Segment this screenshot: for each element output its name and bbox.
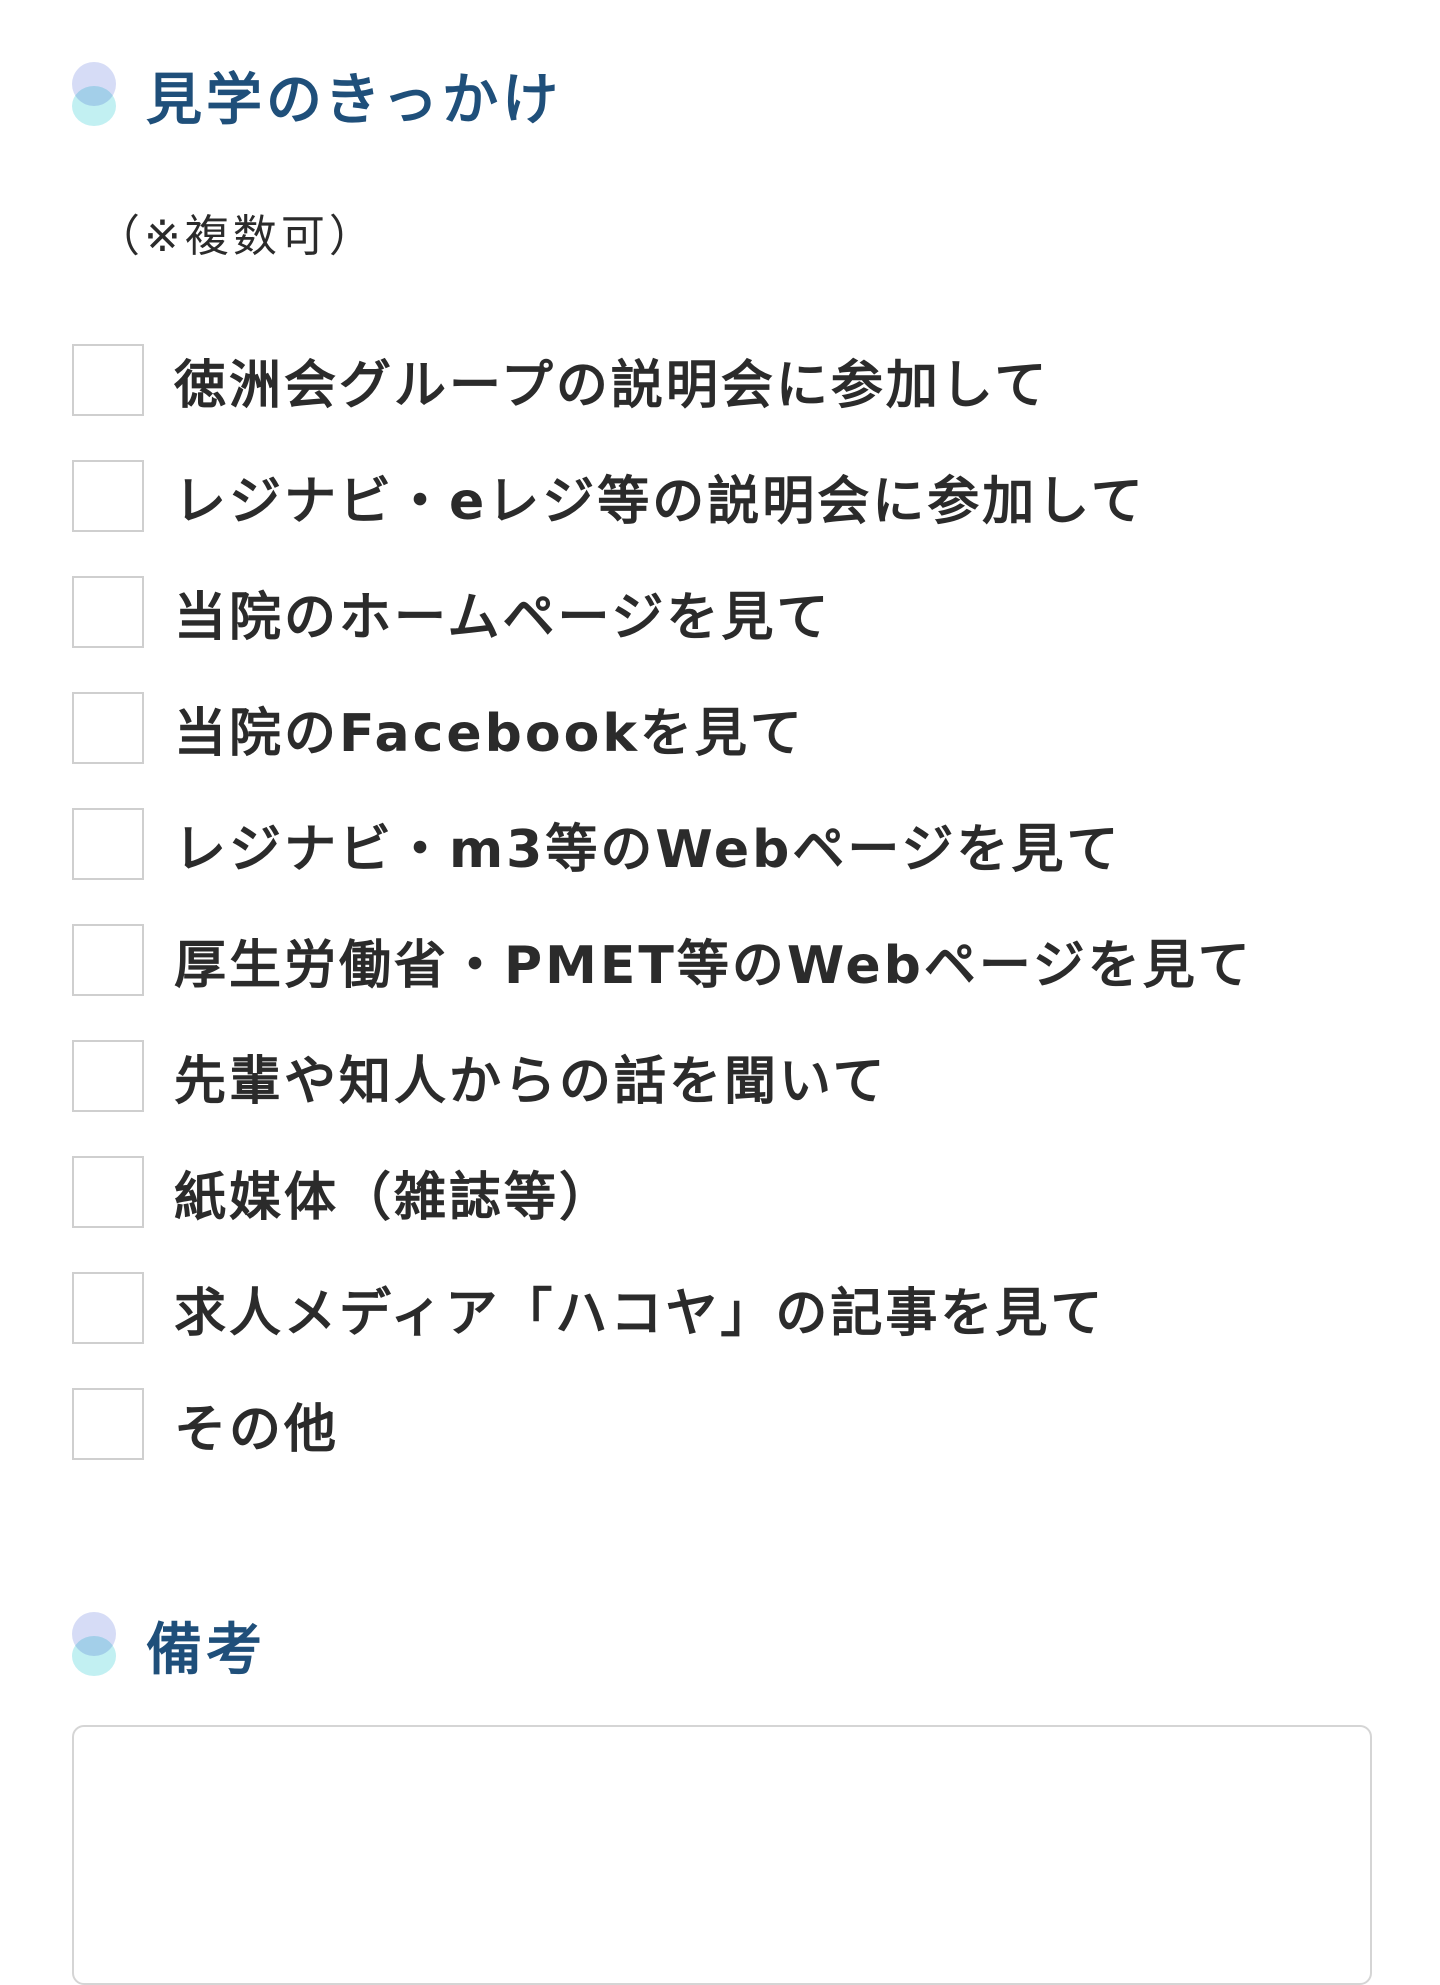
checkbox-label: 徳洲会グループの説明会に参加して xyxy=(174,355,1050,416)
checkbox-label: 当院のFacebookを見て xyxy=(174,703,805,764)
checkbox-label: 厚生労働省・PMET等のWebページを見て xyxy=(174,935,1253,996)
checkbox[interactable] xyxy=(72,460,144,532)
checkbox-item[interactable]: その他 xyxy=(72,1366,1372,1482)
checkbox-label: 紙媒体（雑誌等） xyxy=(174,1167,615,1228)
checkbox-item[interactable]: レジナビ・m3等のWebページを見て xyxy=(72,786,1372,902)
checkbox[interactable] xyxy=(72,1388,144,1460)
checkbox-label: その他 xyxy=(174,1399,340,1460)
checkbox-item[interactable]: 当院のFacebookを見て xyxy=(72,670,1372,786)
title-bullet-icon xyxy=(72,62,116,128)
visit-reason-title: 見学のきっかけ xyxy=(146,67,563,133)
checkbox[interactable] xyxy=(72,924,144,996)
title-bullet-icon xyxy=(72,1612,116,1678)
section-title-visit-reason: 見学のきっかけ xyxy=(72,55,562,135)
checkbox[interactable] xyxy=(72,1272,144,1344)
checkbox-item[interactable]: 求人メディア「ハコヤ」の記事を見て xyxy=(72,1250,1372,1366)
remarks-textarea[interactable] xyxy=(72,1725,1372,1985)
checkbox-label: 当院のホームページを見て xyxy=(174,587,832,648)
checkbox-label: 先輩や知人からの話を聞いて xyxy=(174,1051,888,1112)
checkbox[interactable] xyxy=(72,344,144,416)
multiple-choice-note: （※複数可） xyxy=(96,211,377,262)
checkbox[interactable] xyxy=(72,692,144,764)
visit-reason-checkbox-list: 徳洲会グループの説明会に参加して レジナビ・eレジ等の説明会に参加して 当院のホ… xyxy=(72,322,1372,1482)
checkbox-item[interactable]: 徳洲会グループの説明会に参加して xyxy=(72,322,1372,438)
checkbox-item[interactable]: 先輩や知人からの話を聞いて xyxy=(72,1018,1372,1134)
section-title-remarks: 備考 xyxy=(72,1605,266,1685)
checkbox-item[interactable]: 厚生労働省・PMET等のWebページを見て xyxy=(72,902,1372,1018)
checkbox-label: レジナビ・eレジ等の説明会に参加して xyxy=(174,471,1146,532)
checkbox[interactable] xyxy=(72,1156,144,1228)
checkbox[interactable] xyxy=(72,576,144,648)
checkbox-label: 求人メディア「ハコヤ」の記事を見て xyxy=(174,1283,1106,1344)
checkbox-item[interactable]: 当院のホームページを見て xyxy=(72,554,1372,670)
checkbox-label: レジナビ・m3等のWebページを見て xyxy=(174,819,1122,880)
checkbox-item[interactable]: 紙媒体（雑誌等） xyxy=(72,1134,1372,1250)
checkbox-item[interactable]: レジナビ・eレジ等の説明会に参加して xyxy=(72,438,1372,554)
remarks-title: 備考 xyxy=(146,1617,266,1683)
checkbox[interactable] xyxy=(72,808,144,880)
checkbox[interactable] xyxy=(72,1040,144,1112)
